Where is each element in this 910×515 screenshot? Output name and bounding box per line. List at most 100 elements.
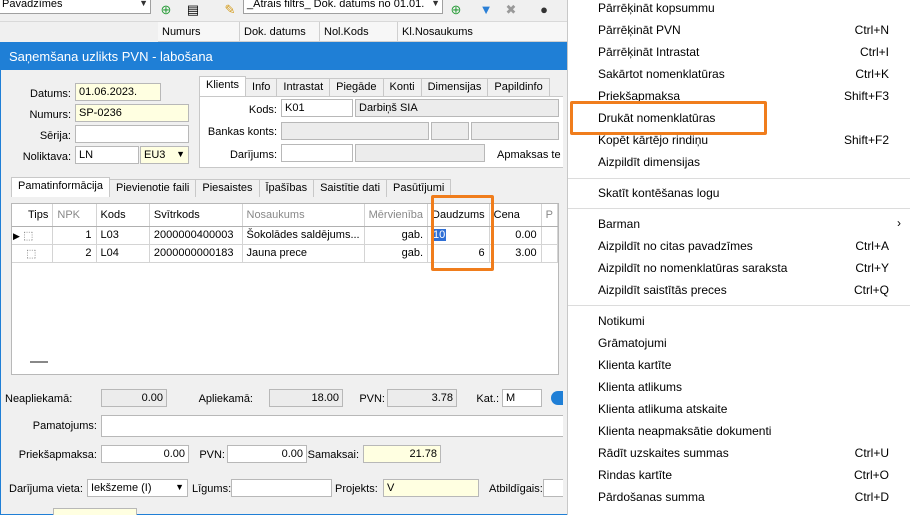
scroll-handle[interactable] (30, 361, 48, 363)
funnel-icon[interactable]: ▼ (478, 2, 494, 18)
projekts-field[interactable]: V (383, 479, 479, 497)
cena-cell[interactable]: 0.00 (489, 226, 542, 245)
menu-item-prieksapmaksa[interactable]: Priekšapmaksa Shift+F3 (568, 85, 910, 107)
tab-klients[interactable]: Klients (199, 76, 247, 96)
menu-item-notikumi[interactable]: Notikumi (568, 310, 910, 332)
daudzums-cell[interactable]: 10 (427, 226, 490, 245)
menu-item-kopet-karteja-rindinu[interactable]: Kopēt kārtējo rindiņu Shift+F2 (568, 129, 910, 151)
nosaukums-cell[interactable]: Šokolādes saldējums... (242, 226, 365, 245)
darijums-label: Darījums: (229, 149, 277, 161)
row-type-cell[interactable]: ⬚ (12, 244, 54, 263)
menu-item-parrekinat-pvn[interactable]: Pārrēķināt PVN Ctrl+N (568, 19, 910, 41)
column-header-numurs[interactable]: Numurs (158, 22, 240, 42)
column-header-kl-nosaukums[interactable]: Kl.Nosaukums (398, 22, 570, 42)
priekšapmaksa-field[interactable]: 0.00 (101, 445, 189, 463)
user-icon[interactable]: ● (536, 2, 552, 18)
add-filter-icon[interactable]: ⊕ (448, 2, 464, 18)
pamatojums-field[interactable] (101, 415, 563, 437)
daudzums-selected-value[interactable]: 10 (432, 229, 447, 241)
menu-item-klienta-atlikums[interactable]: Klienta atlikums (568, 376, 910, 398)
column-header-tips[interactable]: Tips (12, 204, 54, 227)
menu-item-aizpildit-saistitas-preces[interactable]: Aizpildīt saistītās preces Ctrl+Q (568, 279, 910, 301)
add-icon[interactable]: ⊕ (158, 2, 174, 18)
column-header-kods[interactable]: Kods (96, 204, 150, 227)
pin-icon[interactable]: ✖ (503, 2, 519, 18)
nosaukums-cell[interactable]: Jauna prece (242, 244, 365, 263)
column-header-daudzums[interactable]: Daudzums (427, 204, 490, 227)
menu-item-aizpildit-no-nomenklaturas-saraksta[interactable]: Aizpildīt no nomenklatūras saraksta Ctrl+… (568, 257, 910, 279)
darijums-field[interactable] (281, 144, 353, 162)
column-header-mervieniba[interactable]: Mērvienība (364, 204, 429, 227)
tab-pasutijumi[interactable]: Pasūtījumi (386, 179, 452, 197)
menu-item-pardosanas-summa[interactable]: Pārdošanas summa Ctrl+D (568, 486, 910, 508)
daudzums-cell[interactable]: 6 (427, 244, 490, 263)
table-row[interactable]: ⬚ 2 L04 2000000000183 Jauna prece gab. 6… (12, 244, 558, 263)
info-icon[interactable] (551, 391, 563, 405)
tab-ipasibas[interactable]: Īpašības (258, 179, 315, 197)
mervieniba-cell[interactable]: gab. (364, 244, 429, 263)
darijuma-vieta-select[interactable]: Iekšzeme (I) ▼ (87, 479, 188, 497)
noliktava-code-select[interactable]: EU3 ▼ (140, 146, 189, 164)
menu-item-klienta-kartite[interactable]: Klienta kartīte (568, 354, 910, 376)
noliktava-field[interactable]: LN (75, 146, 139, 164)
tab-papildinfo[interactable]: Papildinfo (487, 78, 550, 96)
tab-pievienotie-faili[interactable]: Pievienotie faili (108, 179, 197, 197)
tab-piegade[interactable]: Piegāde (329, 78, 384, 96)
menu-item-rindas-kartite[interactable]: Rindas kartīte Ctrl+O (568, 464, 910, 486)
menu-item-drukat-nomenklaturas[interactable]: Drukāt nomenklatūras (568, 107, 910, 129)
filter-combo[interactable]: _Ātrais filtrs_ Dok. datums no 01.01. ▼ (243, 0, 443, 14)
svitrkods-cell[interactable]: 2000000400003 (149, 226, 243, 245)
npk-cell[interactable]: 2 (52, 244, 97, 263)
table-row[interactable]: ▶ ⬚ 1 L03 2000000400003 Šokolādes saldēj… (12, 226, 558, 245)
tab-saistitie-dati[interactable]: Saistītie dati (313, 179, 388, 197)
client-code-field[interactable]: K01 (281, 99, 353, 117)
menu-item-radit-uzskaites-summas[interactable]: Rādīt uzskaites summas Ctrl+U (568, 442, 910, 464)
menu-item-skatit-kontesanas-logu[interactable]: Skatīt kontēšanas logu (568, 182, 910, 204)
ligums-field[interactable] (231, 479, 332, 497)
p-cell[interactable] (541, 244, 558, 263)
menu-item-parrekinat-kopsummu[interactable]: Pārrēķināt kopsummu (568, 0, 910, 19)
p-cell[interactable] (541, 226, 558, 245)
cena-cell[interactable]: 3.00 (489, 244, 542, 263)
menu-item-klienta-atlikuma-atskaite[interactable]: Klienta atlikuma atskaite (568, 398, 910, 420)
column-header-p[interactable]: P (541, 204, 558, 227)
menu-item-aizpildit-no-citas-pavadzimes[interactable]: Aizpildīt no citas pavadzīmes Ctrl+A (568, 235, 910, 257)
bank-code-field[interactable] (431, 122, 469, 140)
npk-cell[interactable]: 1 (52, 226, 97, 245)
document-type-combo[interactable]: Pavadzīmes ▼ (0, 0, 151, 14)
kat-field[interactable]: M (502, 389, 542, 407)
column-header-svitrkods[interactable]: Svītrkods (149, 204, 243, 227)
bottom-partial-field[interactable] (53, 508, 137, 515)
column-header-nosaukums[interactable]: Nosaukums (242, 204, 365, 227)
tab-konti[interactable]: Konti (382, 78, 422, 96)
atbildigais-field[interactable] (543, 479, 563, 497)
column-header-nol-kods[interactable]: Nol.Kods (320, 22, 398, 42)
datums-field[interactable]: 01.06.2023. (75, 83, 161, 101)
column-header-dok-datums[interactable]: Dok. datums (240, 22, 320, 42)
menu-item-barman[interactable]: Barman › (568, 213, 910, 235)
tab-piesaistes[interactable]: Piesaistes (195, 179, 260, 197)
column-header-cena[interactable]: Cena (489, 204, 542, 227)
tab-dimensijas[interactable]: Dimensijas (420, 78, 489, 96)
menu-item-klienta-neapmaksatie-dokumenti[interactable]: Klienta neapmaksātie dokumenti (568, 420, 910, 442)
mervieniba-cell[interactable]: gab. (364, 226, 429, 245)
row-type-cell[interactable]: ▶ ⬚ (12, 226, 54, 245)
numurs-field[interactable]: SP-0236 (75, 104, 189, 122)
tab-intrastat[interactable]: Intrastat (276, 78, 331, 96)
menu-item-parrekinat-intrastat[interactable]: Pārrēķināt Intrastat Ctrl+I (568, 41, 910, 63)
items-grid[interactable]: Tips NPK Kods Svītrkods Nosaukums Mērvie… (11, 203, 559, 375)
kods-cell[interactable]: L04 (96, 244, 150, 263)
kods-cell[interactable]: L03 (96, 226, 150, 245)
serija-field[interactable] (75, 125, 189, 143)
list-view-icon[interactable]: ▤ (185, 2, 201, 18)
edit-icon[interactable]: ✎ (222, 2, 238, 18)
svitrkods-cell[interactable]: 2000000000183 (149, 244, 243, 263)
menu-item-sakartot-nomenklaturas[interactable]: Sakārtot nomenklatūras Ctrl+K (568, 63, 910, 85)
payment-pvn-field[interactable]: 0.00 (227, 445, 307, 463)
tab-pamatinformacija[interactable]: Pamatinformācija (11, 177, 110, 197)
bank-account-field[interactable] (281, 122, 429, 140)
menu-item-aizpildit-dimensijas[interactable]: Aizpildīt dimensijas (568, 151, 910, 173)
column-header-npk[interactable]: NPK (52, 204, 97, 227)
menu-item-gramatojumi[interactable]: Grāmatojumi (568, 332, 910, 354)
tab-info[interactable]: Info (245, 78, 278, 96)
